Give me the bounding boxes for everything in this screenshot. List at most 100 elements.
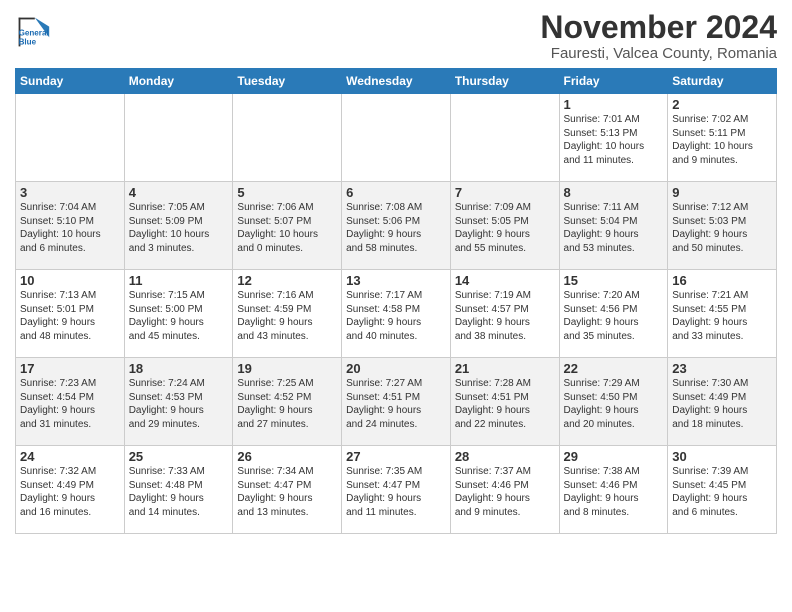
calendar-cell: 8Sunrise: 7:11 AM Sunset: 5:04 PM Daylig… bbox=[559, 182, 668, 270]
day-number: 7 bbox=[455, 185, 555, 200]
day-number: 13 bbox=[346, 273, 446, 288]
day-number: 19 bbox=[237, 361, 337, 376]
day-info: Sunrise: 7:11 AM Sunset: 5:04 PM Dayligh… bbox=[564, 201, 664, 255]
day-info: Sunrise: 7:06 AM Sunset: 5:07 PM Dayligh… bbox=[237, 201, 337, 255]
day-number: 18 bbox=[129, 361, 229, 376]
calendar-cell: 9Sunrise: 7:12 AM Sunset: 5:03 PM Daylig… bbox=[668, 182, 777, 270]
day-info: Sunrise: 7:20 AM Sunset: 4:56 PM Dayligh… bbox=[564, 289, 664, 343]
day-info: Sunrise: 7:21 AM Sunset: 4:55 PM Dayligh… bbox=[672, 289, 772, 343]
calendar-cell: 2Sunrise: 7:02 AM Sunset: 5:11 PM Daylig… bbox=[668, 94, 777, 182]
day-number: 2 bbox=[672, 97, 772, 112]
day-info: Sunrise: 7:28 AM Sunset: 4:51 PM Dayligh… bbox=[455, 377, 555, 431]
day-number: 24 bbox=[20, 449, 120, 464]
weekday-header-monday: Monday bbox=[124, 69, 233, 94]
day-number: 22 bbox=[564, 361, 664, 376]
calendar-cell: 18Sunrise: 7:24 AM Sunset: 4:53 PM Dayli… bbox=[124, 358, 233, 446]
day-number: 23 bbox=[672, 361, 772, 376]
calendar-cell: 14Sunrise: 7:19 AM Sunset: 4:57 PM Dayli… bbox=[450, 270, 559, 358]
day-number: 4 bbox=[129, 185, 229, 200]
logo: General Blue bbox=[15, 14, 55, 50]
day-info: Sunrise: 7:24 AM Sunset: 4:53 PM Dayligh… bbox=[129, 377, 229, 431]
week-row-1: 1Sunrise: 7:01 AM Sunset: 5:13 PM Daylig… bbox=[16, 94, 777, 182]
calendar-cell: 27Sunrise: 7:35 AM Sunset: 4:47 PM Dayli… bbox=[342, 446, 451, 534]
calendar-cell bbox=[233, 94, 342, 182]
calendar-cell: 7Sunrise: 7:09 AM Sunset: 5:05 PM Daylig… bbox=[450, 182, 559, 270]
week-row-5: 24Sunrise: 7:32 AM Sunset: 4:49 PM Dayli… bbox=[16, 446, 777, 534]
day-info: Sunrise: 7:30 AM Sunset: 4:49 PM Dayligh… bbox=[672, 377, 772, 431]
calendar-cell: 24Sunrise: 7:32 AM Sunset: 4:49 PM Dayli… bbox=[16, 446, 125, 534]
calendar-subtitle: Fauresti, Valcea County, Romania bbox=[540, 45, 777, 62]
day-number: 10 bbox=[20, 273, 120, 288]
day-info: Sunrise: 7:17 AM Sunset: 4:58 PM Dayligh… bbox=[346, 289, 446, 343]
header: General Blue November 2024 Fauresti, Val… bbox=[15, 10, 777, 62]
day-number: 21 bbox=[455, 361, 555, 376]
week-row-4: 17Sunrise: 7:23 AM Sunset: 4:54 PM Dayli… bbox=[16, 358, 777, 446]
day-number: 17 bbox=[20, 361, 120, 376]
day-info: Sunrise: 7:37 AM Sunset: 4:46 PM Dayligh… bbox=[455, 465, 555, 519]
day-number: 20 bbox=[346, 361, 446, 376]
day-number: 16 bbox=[672, 273, 772, 288]
day-number: 11 bbox=[129, 273, 229, 288]
svg-text:General: General bbox=[19, 29, 49, 38]
calendar-cell: 26Sunrise: 7:34 AM Sunset: 4:47 PM Dayli… bbox=[233, 446, 342, 534]
calendar-cell: 15Sunrise: 7:20 AM Sunset: 4:56 PM Dayli… bbox=[559, 270, 668, 358]
calendar-cell: 10Sunrise: 7:13 AM Sunset: 5:01 PM Dayli… bbox=[16, 270, 125, 358]
day-info: Sunrise: 7:32 AM Sunset: 4:49 PM Dayligh… bbox=[20, 465, 120, 519]
day-info: Sunrise: 7:05 AM Sunset: 5:09 PM Dayligh… bbox=[129, 201, 229, 255]
calendar-cell bbox=[16, 94, 125, 182]
day-info: Sunrise: 7:29 AM Sunset: 4:50 PM Dayligh… bbox=[564, 377, 664, 431]
day-info: Sunrise: 7:25 AM Sunset: 4:52 PM Dayligh… bbox=[237, 377, 337, 431]
calendar-cell: 23Sunrise: 7:30 AM Sunset: 4:49 PM Dayli… bbox=[668, 358, 777, 446]
page: General Blue November 2024 Fauresti, Val… bbox=[0, 0, 792, 549]
day-number: 5 bbox=[237, 185, 337, 200]
calendar-cell: 17Sunrise: 7:23 AM Sunset: 4:54 PM Dayli… bbox=[16, 358, 125, 446]
day-info: Sunrise: 7:13 AM Sunset: 5:01 PM Dayligh… bbox=[20, 289, 120, 343]
weekday-header-row: SundayMondayTuesdayWednesdayThursdayFrid… bbox=[16, 69, 777, 94]
day-info: Sunrise: 7:15 AM Sunset: 5:00 PM Dayligh… bbox=[129, 289, 229, 343]
week-row-2: 3Sunrise: 7:04 AM Sunset: 5:10 PM Daylig… bbox=[16, 182, 777, 270]
calendar-cell: 6Sunrise: 7:08 AM Sunset: 5:06 PM Daylig… bbox=[342, 182, 451, 270]
day-info: Sunrise: 7:33 AM Sunset: 4:48 PM Dayligh… bbox=[129, 465, 229, 519]
logo-icon: General Blue bbox=[15, 14, 51, 50]
calendar-table: SundayMondayTuesdayWednesdayThursdayFrid… bbox=[15, 68, 777, 534]
day-number: 8 bbox=[564, 185, 664, 200]
calendar-cell: 28Sunrise: 7:37 AM Sunset: 4:46 PM Dayli… bbox=[450, 446, 559, 534]
calendar-cell: 5Sunrise: 7:06 AM Sunset: 5:07 PM Daylig… bbox=[233, 182, 342, 270]
calendar-cell: 12Sunrise: 7:16 AM Sunset: 4:59 PM Dayli… bbox=[233, 270, 342, 358]
day-number: 9 bbox=[672, 185, 772, 200]
weekday-header-friday: Friday bbox=[559, 69, 668, 94]
calendar-cell bbox=[124, 94, 233, 182]
day-info: Sunrise: 7:38 AM Sunset: 4:46 PM Dayligh… bbox=[564, 465, 664, 519]
day-info: Sunrise: 7:35 AM Sunset: 4:47 PM Dayligh… bbox=[346, 465, 446, 519]
calendar-cell: 30Sunrise: 7:39 AM Sunset: 4:45 PM Dayli… bbox=[668, 446, 777, 534]
day-number: 26 bbox=[237, 449, 337, 464]
day-number: 27 bbox=[346, 449, 446, 464]
calendar-cell: 19Sunrise: 7:25 AM Sunset: 4:52 PM Dayli… bbox=[233, 358, 342, 446]
calendar-cell: 29Sunrise: 7:38 AM Sunset: 4:46 PM Dayli… bbox=[559, 446, 668, 534]
week-row-3: 10Sunrise: 7:13 AM Sunset: 5:01 PM Dayli… bbox=[16, 270, 777, 358]
weekday-header-thursday: Thursday bbox=[450, 69, 559, 94]
day-number: 15 bbox=[564, 273, 664, 288]
day-number: 25 bbox=[129, 449, 229, 464]
day-info: Sunrise: 7:23 AM Sunset: 4:54 PM Dayligh… bbox=[20, 377, 120, 431]
day-number: 1 bbox=[564, 97, 664, 112]
day-info: Sunrise: 7:27 AM Sunset: 4:51 PM Dayligh… bbox=[346, 377, 446, 431]
day-info: Sunrise: 7:16 AM Sunset: 4:59 PM Dayligh… bbox=[237, 289, 337, 343]
title-block: November 2024 Fauresti, Valcea County, R… bbox=[540, 10, 777, 62]
day-info: Sunrise: 7:09 AM Sunset: 5:05 PM Dayligh… bbox=[455, 201, 555, 255]
day-number: 12 bbox=[237, 273, 337, 288]
calendar-cell: 25Sunrise: 7:33 AM Sunset: 4:48 PM Dayli… bbox=[124, 446, 233, 534]
day-number: 6 bbox=[346, 185, 446, 200]
day-number: 30 bbox=[672, 449, 772, 464]
calendar-cell: 1Sunrise: 7:01 AM Sunset: 5:13 PM Daylig… bbox=[559, 94, 668, 182]
weekday-header-sunday: Sunday bbox=[16, 69, 125, 94]
svg-text:Blue: Blue bbox=[19, 38, 37, 47]
day-number: 28 bbox=[455, 449, 555, 464]
day-number: 3 bbox=[20, 185, 120, 200]
calendar-cell: 3Sunrise: 7:04 AM Sunset: 5:10 PM Daylig… bbox=[16, 182, 125, 270]
calendar-cell bbox=[450, 94, 559, 182]
day-info: Sunrise: 7:12 AM Sunset: 5:03 PM Dayligh… bbox=[672, 201, 772, 255]
calendar-cell: 21Sunrise: 7:28 AM Sunset: 4:51 PM Dayli… bbox=[450, 358, 559, 446]
calendar-cell: 4Sunrise: 7:05 AM Sunset: 5:09 PM Daylig… bbox=[124, 182, 233, 270]
day-info: Sunrise: 7:19 AM Sunset: 4:57 PM Dayligh… bbox=[455, 289, 555, 343]
